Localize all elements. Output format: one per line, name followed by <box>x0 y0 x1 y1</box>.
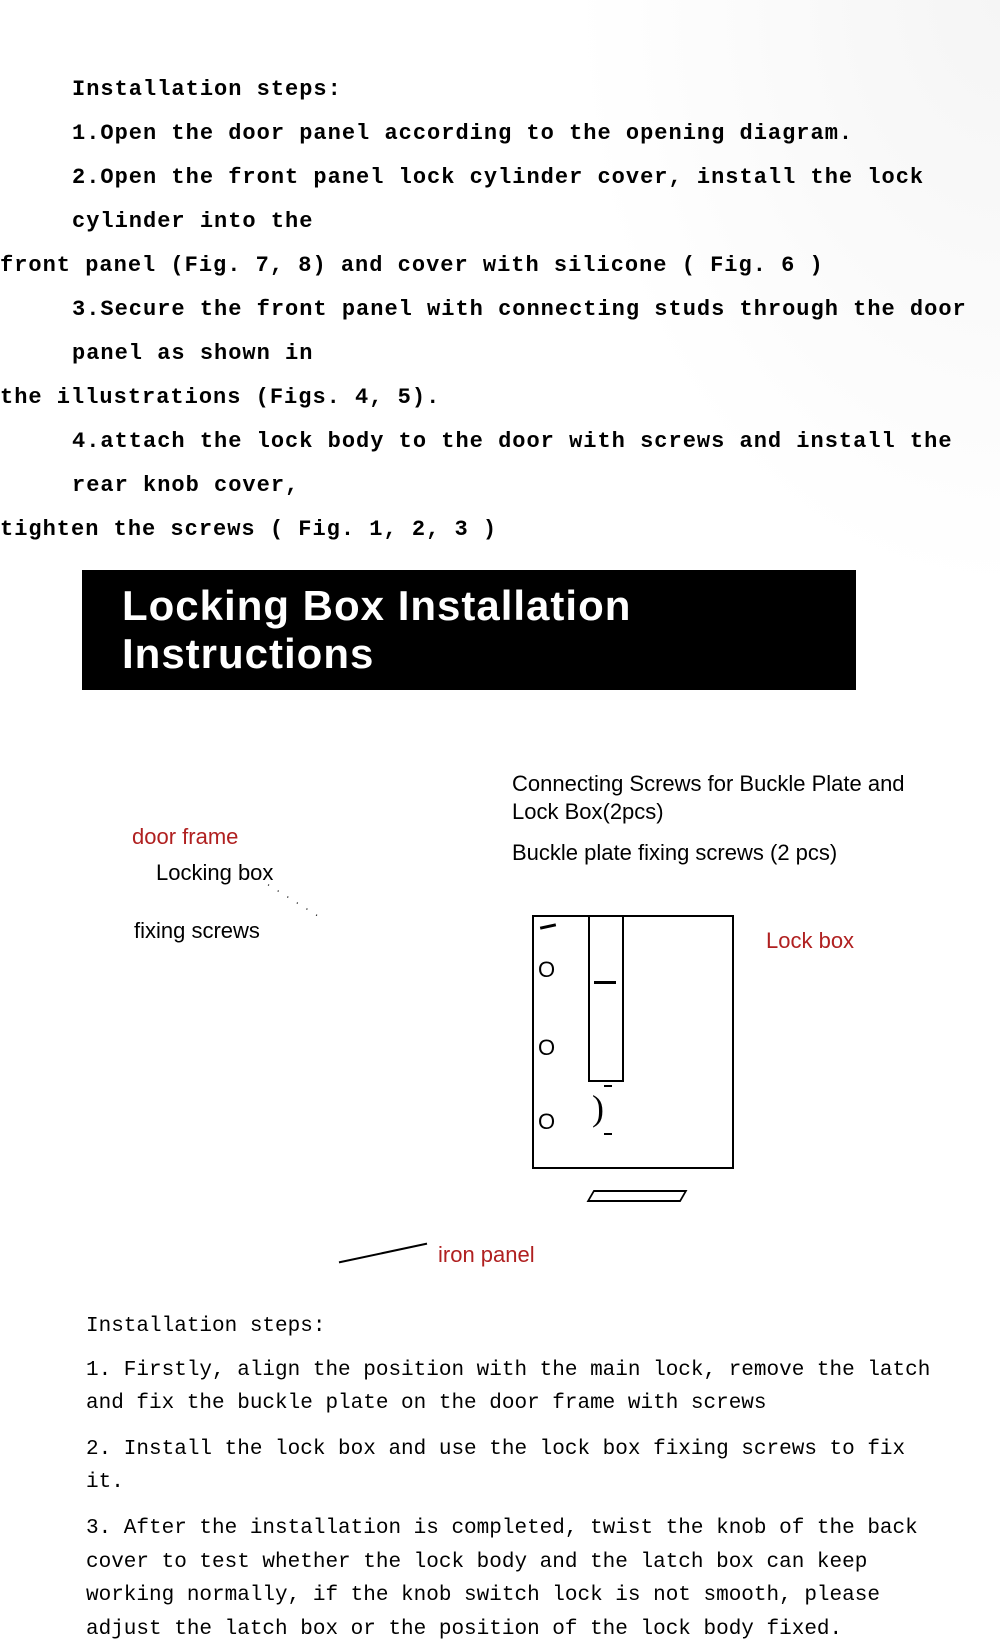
bottom-step-1: 1. Firstly, align the position with the … <box>86 1354 940 1421</box>
content-wrapper: Installation steps: 1.Open the door pane… <box>0 0 1000 1646</box>
lockbox-diagram: O O O ) <box>532 915 734 1169</box>
dash-mark-icon <box>604 1085 612 1087</box>
iron-panel-leader-line <box>339 1243 427 1264</box>
dash-mark-icon <box>540 923 556 929</box>
top-step-4-line2: tighten the screws ( Fig. 1, 2, 3 ) <box>0 508 1000 552</box>
dash-mark-icon <box>604 1133 612 1135</box>
label-door-frame: door frame <box>132 824 238 850</box>
bottom-step-3: 3. After the installation is completed, … <box>86 1512 940 1646</box>
screw-hole-icon: O <box>538 957 555 983</box>
dashed-arrow-icon: · · · · · · · <box>254 871 324 922</box>
label-buckle-plate: Buckle plate fixing screws (2 pcs) <box>512 840 837 866</box>
top-step-1: 1.Open the door panel according to the o… <box>0 112 1000 156</box>
top-step-3-line1: 3.Secure the front panel with connecting… <box>0 288 1000 376</box>
bottom-steps-heading: Installation steps: <box>86 1310 940 1344</box>
top-step-2-line2: front panel (Fig. 7, 8) and cover with s… <box>0 244 1000 288</box>
section-banner: Locking Box Installation Instructions <box>82 570 856 690</box>
top-steps-heading: Installation steps: <box>0 68 1000 112</box>
screw-hole-icon: O <box>538 1035 555 1061</box>
label-fixing-screws: fixing screws <box>134 918 260 944</box>
top-step-4-line1: 4.attach the lock body to the door with … <box>0 420 1000 508</box>
top-installation-steps: Installation steps: 1.Open the door pane… <box>0 68 1000 552</box>
dash-mark-icon <box>594 981 616 984</box>
lockbox-inner-rect <box>588 916 624 1082</box>
bottom-installation-steps: Installation steps: 1. Firstly, align th… <box>0 1310 1000 1646</box>
screw-hole-icon: O <box>538 1109 555 1135</box>
label-lock-box: Lock box <box>766 928 854 954</box>
label-iron-panel: iron panel <box>438 1242 535 1268</box>
diagram-area: Connecting Screws for Buckle Plate and L… <box>0 750 1000 1310</box>
label-connecting-screws: Connecting Screws for Buckle Plate and L… <box>512 770 912 825</box>
latch-arc-icon: ) <box>592 1087 604 1129</box>
iron-panel-shape-icon <box>587 1190 688 1202</box>
top-step-2-line1: 2.Open the front panel lock cylinder cov… <box>0 156 1000 244</box>
top-step-3-line2: the illustrations (Figs. 4, 5). <box>0 376 1000 420</box>
bottom-step-2: 2. Install the lock box and use the lock… <box>86 1433 940 1500</box>
